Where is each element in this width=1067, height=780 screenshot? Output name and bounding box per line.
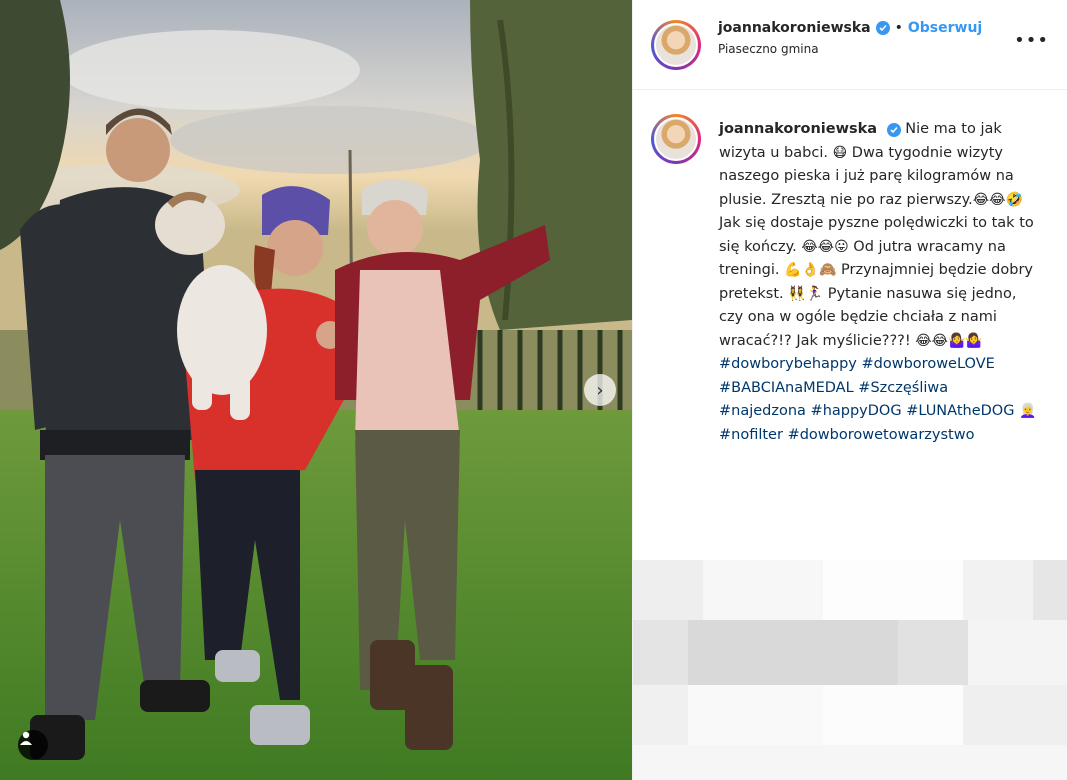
hashtag[interactable]: #Szczęśliwa [858, 380, 948, 396]
caption-block: joannakoroniewska Nie ma to jak wizyta u… [633, 90, 1067, 560]
emoji-run: 👯‍♀️🏃‍♀️ [788, 285, 824, 302]
hashtag[interactable]: #dowborybehappy [719, 356, 857, 372]
hashtag[interactable]: #dowboroweLOVE [862, 356, 995, 372]
post-sidebar: joannakoroniewska • Obserwuj Piaseczno g… [632, 0, 1067, 780]
photo-scene [0, 0, 632, 780]
emoji-laugh-2: 😂😂😛 [801, 238, 849, 255]
emoji-mask: 😷 [832, 144, 848, 161]
avatar-image [654, 22, 698, 67]
verified-badge-icon [875, 20, 890, 35]
user-tag-button[interactable] [18, 730, 48, 760]
caption-verified-icon [886, 123, 901, 137]
hashtag[interactable]: #dowborowetowarzystwo [788, 427, 975, 443]
more-options-icon[interactable]: ••• [1014, 30, 1049, 51]
hashtag[interactable]: #happyDOG [811, 403, 902, 419]
header-text: joannakoroniewska • Obserwuj Piaseczno g… [718, 20, 982, 56]
caption-avatar-image [654, 117, 698, 161]
emoji-shrug: 😂😂🤷‍♀️🤷‍♀️ [915, 332, 983, 349]
hashtag[interactable]: #nofilter [719, 427, 783, 443]
next-photo-button[interactable]: › [584, 374, 616, 406]
chevron-right-icon: › [596, 379, 604, 401]
user-tag-icon [20, 731, 32, 745]
post-photo[interactable]: › [0, 0, 632, 780]
hashtag[interactable]: #LUNAtheDOG [906, 403, 1014, 419]
hashtag[interactable]: #najedzona [719, 403, 806, 419]
emoji-laugh-1: 😂😂🤣 [972, 191, 1023, 208]
caption-username[interactable]: joannakoroniewska [719, 121, 877, 137]
caption-avatar[interactable] [651, 114, 701, 164]
follow-button[interactable]: Obserwuj [908, 20, 982, 36]
caption-text: joannakoroniewska Nie ma to jak wizyta u… [719, 118, 1039, 447]
separator-dot: • [894, 19, 903, 36]
author-avatar[interactable] [651, 19, 701, 70]
header-user-line: joannakoroniewska • Obserwuj [718, 20, 982, 36]
location-link[interactable]: Piaseczno gmina [718, 42, 982, 56]
pixelated-comments [633, 560, 1067, 780]
post-header: joannakoroniewska • Obserwuj Piaseczno g… [633, 0, 1067, 90]
emoji-muscle: 💪👌🙈 [784, 262, 837, 278]
emoji-woman: 👩‍🦳 [1019, 403, 1037, 419]
header-username[interactable]: joannakoroniewska [718, 20, 871, 36]
hashtag[interactable]: #BABCIAnaMEDAL [719, 380, 854, 396]
